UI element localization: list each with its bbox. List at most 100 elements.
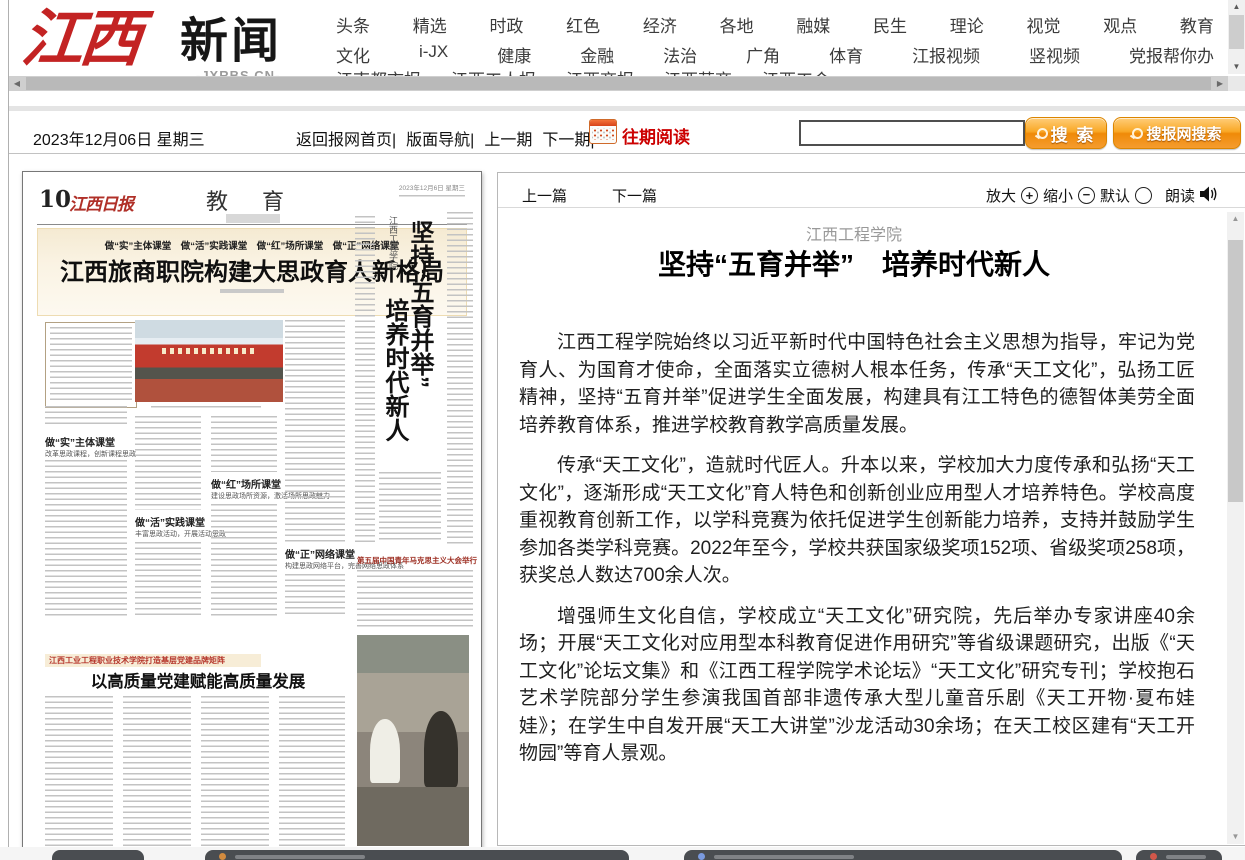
nav-item-party-help[interactable]: 党报帮你办 <box>1129 42 1214 67</box>
search-button[interactable]: 搜 索 <box>1025 117 1107 149</box>
article-vertical-scrollbar[interactable]: ▲ ▼ <box>1227 212 1244 844</box>
nav-item-finance[interactable]: 金融 <box>580 42 614 67</box>
nav-item-ijx[interactable]: i-JX <box>419 42 448 67</box>
article-title: 坚持“五育并举” 培养时代新人 <box>498 243 1210 283</box>
nav-item-jxys[interactable]: 江西营商 <box>664 66 732 76</box>
site-logo-text[interactable]: 新闻 <box>180 14 282 70</box>
nav-item-featured[interactable]: 精选 <box>413 12 447 37</box>
past-issues-link[interactable]: 往期阅读 <box>622 123 690 148</box>
text-placeholder <box>279 696 345 846</box>
text-placeholder <box>211 504 277 616</box>
zoom-out-label[interactable]: 缩小 <box>1043 185 1073 206</box>
browser-tab[interactable] <box>52 850 144 860</box>
nav-item-red[interactable]: 红色 <box>566 12 600 37</box>
header-vertical-scrollbar[interactable]: ▲ ▼ <box>1228 0 1245 74</box>
text-placeholder <box>45 696 113 846</box>
nav-item-politics[interactable]: 时政 <box>489 12 523 37</box>
nav-item-health[interactable]: 健康 <box>497 42 531 67</box>
scroll-down-icon[interactable]: ▼ <box>1227 830 1244 844</box>
nav-item-media[interactable]: 融媒 <box>796 12 830 37</box>
next-issue-link[interactable]: 下一期| <box>542 126 594 150</box>
site-logo-calligraphy[interactable]: 江西 <box>18 0 142 78</box>
article-toolbar-divider <box>498 207 1245 208</box>
text-placeholder <box>285 574 345 616</box>
scrollbar-corner <box>1228 76 1245 91</box>
calendar-icon-top <box>590 120 616 126</box>
nav-item-wideangle[interactable]: 广角 <box>746 42 780 67</box>
toolbar-divider <box>9 153 1245 154</box>
browser-tab[interactable] <box>205 850 629 860</box>
epaper-bottom-kicker: 江西工业工程职业技术学院打造基层党建品牌矩阵 <box>45 654 261 667</box>
search-icon <box>1037 128 1048 139</box>
search-button-label: 搜 索 <box>1051 121 1096 146</box>
text-placeholder <box>50 327 132 403</box>
nav-item-vertical-video[interactable]: 竖视频 <box>1029 42 1080 67</box>
nav-item-economy[interactable]: 经济 <box>643 12 677 37</box>
epaper-page-thumbnail[interactable]: 10 江西日报 教 育 2023年12月6日 星期三 做“实”主体课堂 做“活”… <box>22 171 482 849</box>
back-to-home-link[interactable]: 返回报网首页| <box>296 126 396 150</box>
previous-article-link[interactable]: 上一篇 <box>522 185 567 206</box>
default-size-icon[interactable] <box>1135 187 1152 204</box>
text-placeholder <box>135 416 201 510</box>
default-size-label[interactable]: 默认 <box>1100 185 1130 206</box>
browser-tab[interactable] <box>1136 850 1222 860</box>
epaper-bottom-headline[interactable]: 以高质量党建赋能高质量发展 <box>53 668 343 692</box>
text-placeholder <box>714 855 854 859</box>
epaper-vertical-headline-2[interactable]: 培养时代新人 <box>377 298 412 458</box>
scroll-left-icon[interactable]: ◀ <box>9 76 25 91</box>
article-paragraph: 增强师生文化自信，学校成立“天工文化”研究院，先后举办专家讲座40余场；开展“天… <box>519 603 1195 768</box>
text-placeholder <box>123 696 191 846</box>
header-hscroll-thumb[interactable] <box>26 77 1211 90</box>
epaper-news-headline[interactable]: 第五届中国青年马克思主义大会举行 <box>357 555 473 566</box>
page-navigation-link[interactable]: 版面导航| <box>406 126 474 150</box>
zoom-out-icon[interactable] <box>1078 187 1095 204</box>
header-horizontal-scrollbar[interactable]: ◀ ▶ <box>9 76 1228 91</box>
epaper-section-tab <box>226 214 280 223</box>
nav-item-jnds[interactable]: 江南都市报 <box>336 66 421 76</box>
text-placeholder <box>45 406 127 428</box>
tab-favicon <box>1150 853 1157 860</box>
article-tools: 放大 缩小 默认 朗读 <box>986 185 1218 206</box>
calendar-icon-grid <box>592 128 614 140</box>
nav-item-sports[interactable]: 体育 <box>829 42 863 67</box>
epaper-bottom-photo <box>357 635 469 846</box>
header-vscroll-thumb[interactable] <box>1229 15 1244 49</box>
zoom-in-icon[interactable] <box>1021 187 1038 204</box>
nav-item-theory[interactable]: 理论 <box>950 12 984 37</box>
read-aloud-label[interactable]: 朗读 <box>1165 185 1195 206</box>
scroll-right-icon[interactable]: ▶ <box>1212 76 1228 91</box>
nav-item-jxgr[interactable]: 江西工人报 <box>451 66 536 76</box>
nav-item-regions[interactable]: 各地 <box>720 12 754 37</box>
text-placeholder <box>211 416 277 472</box>
epaper-lead-photo <box>135 320 283 402</box>
previous-issue-link[interactable]: 上一期 <box>484 126 532 150</box>
nav-item-education[interactable]: 教育 <box>1180 12 1214 37</box>
nav-item-opinion[interactable]: 观点 <box>1103 12 1137 37</box>
zoom-in-label[interactable]: 放大 <box>986 185 1016 206</box>
site-search-button[interactable]: 搜报网搜索 <box>1113 117 1241 149</box>
calendar-icon[interactable] <box>589 119 617 144</box>
nav-item-law[interactable]: 法治 <box>663 42 697 67</box>
nav-item-culture[interactable]: 文化 <box>336 42 370 67</box>
scroll-up-icon[interactable]: ▲ <box>1228 0 1245 14</box>
text-placeholder <box>399 195 465 200</box>
nav-item-livelihood[interactable]: 民生 <box>873 12 907 37</box>
header-divider <box>9 106 1245 111</box>
nav-item-vision[interactable]: 视觉 <box>1026 12 1060 37</box>
next-article-link[interactable]: 下一篇 <box>612 185 657 206</box>
speaker-icon[interactable] <box>1200 186 1218 206</box>
nav-item-jxsb[interactable]: 江西商报 <box>566 66 634 76</box>
article-paragraph: 江西工程学院始终以习近平新时代中国特色社会主义思想为指导，牢记为党育人、为国育才… <box>519 329 1195 439</box>
bottom-tab-strip <box>0 847 1245 860</box>
text-placeholder <box>357 570 473 628</box>
scroll-up-icon[interactable]: ▲ <box>1227 212 1244 226</box>
nav-item-jxgh[interactable]: 江西工会 <box>762 66 830 76</box>
site-search-button-label: 搜报网搜索 <box>1146 123 1221 144</box>
browser-tab[interactable] <box>684 850 1122 860</box>
nav-item-headlines[interactable]: 头条 <box>336 12 370 37</box>
text-placeholder <box>235 855 365 859</box>
nav-item-video[interactable]: 江报视频 <box>912 42 980 67</box>
search-input[interactable] <box>799 120 1025 146</box>
scroll-down-icon[interactable]: ▼ <box>1228 60 1245 74</box>
article-scroll-thumb[interactable] <box>1228 240 1243 502</box>
